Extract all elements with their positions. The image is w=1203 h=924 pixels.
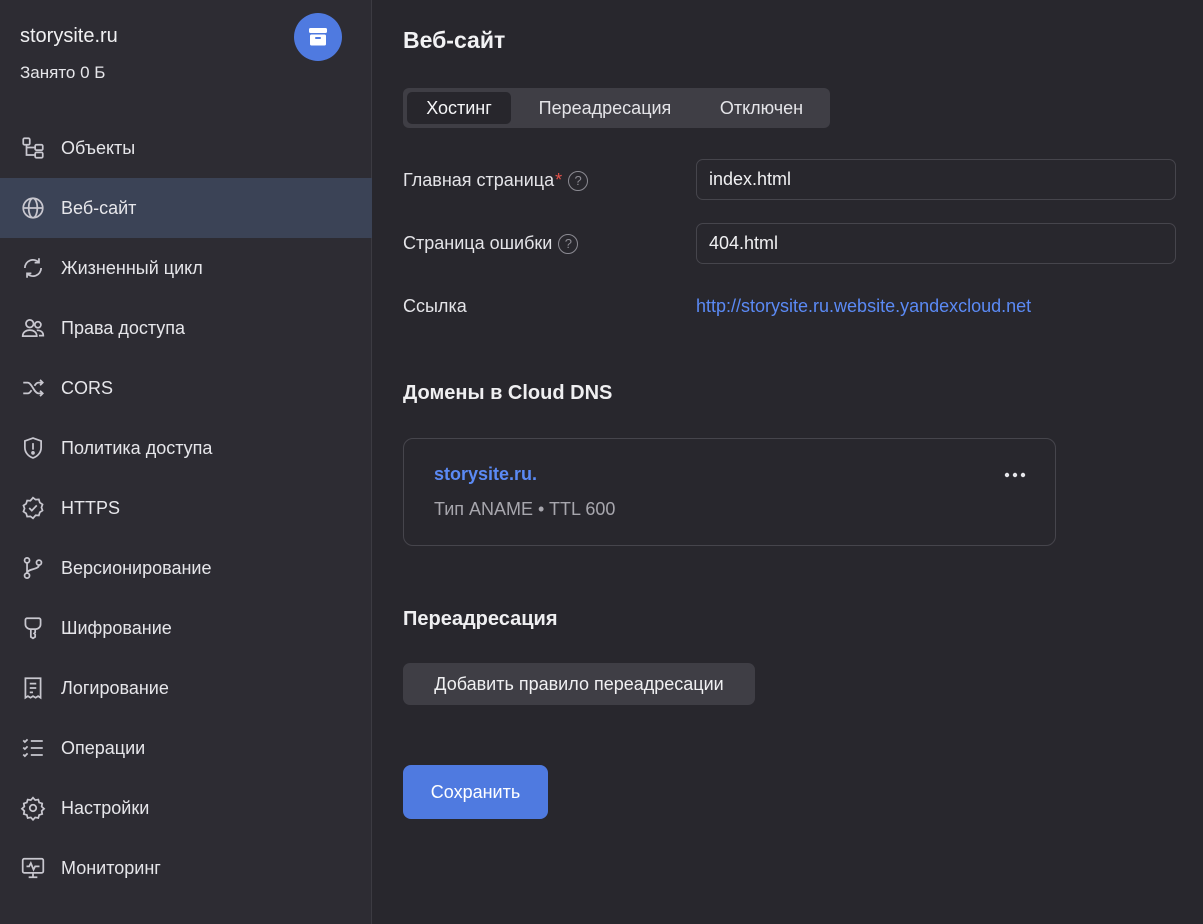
sidebar-item-label: Логирование — [61, 677, 169, 698]
sidebar-item-label: HTTPS — [61, 497, 121, 518]
website-link[interactable]: http://storysite.ru.website.yandexcloud.… — [696, 296, 1031, 317]
sidebar-item-versioning[interactable]: Версионирование — [0, 538, 372, 598]
error-page-input[interactable] — [696, 223, 1176, 264]
sidebar-item-settings[interactable]: Настройки — [0, 778, 372, 838]
sidebar-item-logging[interactable]: Логирование — [0, 658, 372, 718]
sidebar-item-label: Права доступа — [61, 317, 186, 338]
lifecycle-refresh-icon — [20, 255, 46, 281]
help-icon[interactable]: ? — [568, 170, 589, 191]
monitor-icon — [20, 855, 46, 881]
index-page-label-text: Главная страница — [403, 170, 555, 190]
shield-icon — [20, 435, 46, 461]
sidebar-item-monitoring[interactable]: Мониторинг — [0, 838, 372, 898]
error-page-label: Страница ошибки ? — [403, 233, 579, 254]
key-icon — [20, 615, 46, 641]
dns-record-card: storysite.ru. Тип ANAME • TTL 600 — [403, 438, 1056, 546]
checklist-icon — [20, 735, 46, 761]
sidebar-item-access-rights[interactable]: Права доступа — [0, 298, 372, 358]
bucket-icon[interactable] — [294, 13, 342, 61]
bucket-usage: Занято 0 Б — [20, 63, 106, 82]
branch-icon — [20, 555, 46, 581]
sidebar-item-label: Мониторинг — [61, 857, 161, 878]
sidebar-nav: Объекты Веб-сайт Жизненный цикл Права до… — [0, 118, 372, 898]
sidebar-item-label: Шифрование — [61, 617, 172, 638]
globe-icon — [20, 195, 46, 221]
redirect-section-title: Переадресация — [403, 608, 558, 630]
sidebar-item-cors[interactable]: CORS — [0, 358, 372, 418]
shuffle-icon — [20, 375, 46, 401]
sidebar-item-website[interactable]: Веб-сайт — [0, 178, 372, 238]
add-redirect-rule-button[interactable]: Добавить правило переадресации — [403, 663, 755, 705]
objects-tree-icon — [20, 135, 46, 161]
sidebar-item-https[interactable]: HTTPS — [0, 478, 372, 538]
sidebar-item-label: Операции — [61, 737, 146, 758]
sidebar-item-label: Версионирование — [61, 557, 212, 578]
sidebar-item-access-policy[interactable]: Политика доступа — [0, 418, 372, 478]
dns-record-name[interactable]: storysite.ru. — [434, 464, 537, 485]
error-page-label-text: Страница ошибки — [403, 233, 553, 253]
sidebar-item-objects[interactable]: Объекты — [0, 118, 372, 178]
help-icon[interactable]: ? — [558, 233, 579, 254]
link-label: Ссылка — [403, 296, 467, 316]
index-page-label: Главная страница * ? — [403, 170, 589, 191]
sidebar-item-operations[interactable]: Операции — [0, 718, 372, 778]
dns-section-title: Домены в Cloud DNS — [403, 382, 613, 404]
sidebar-item-label: Жизненный цикл — [61, 257, 203, 278]
certificate-check-icon — [20, 495, 46, 521]
tab-disabled[interactable]: Отключен — [699, 92, 824, 124]
main-content: Веб-сайт Хостинг Переадресация Отключен … — [373, 0, 1203, 924]
receipt-icon — [20, 675, 46, 701]
tab-redirect[interactable]: Переадресация — [511, 92, 699, 124]
sidebar-item-label: Веб-сайт — [61, 197, 137, 218]
website-mode-tabs: Хостинг Переадресация Отключен — [403, 88, 830, 128]
sidebar-item-label: Объекты — [61, 137, 136, 158]
sidebar: storysite.ru Занято 0 Б Объекты Веб-сайт… — [0, 0, 372, 924]
sidebar-item-lifecycle[interactable]: Жизненный цикл — [0, 238, 372, 298]
sidebar-item-label: CORS — [61, 377, 114, 398]
save-button[interactable]: Сохранить — [403, 765, 548, 819]
sidebar-item-label: Политика доступа — [61, 437, 213, 458]
gear-icon — [20, 795, 46, 821]
bucket-name[interactable]: storysite.ru — [20, 25, 118, 48]
index-page-input[interactable] — [696, 159, 1176, 200]
tab-hosting[interactable]: Хостинг — [407, 92, 511, 124]
users-icon — [20, 315, 46, 341]
required-mark: * — [555, 170, 563, 190]
more-actions-icon[interactable] — [1003, 465, 1027, 485]
sidebar-item-encryption[interactable]: Шифрование — [0, 598, 372, 658]
page-title: Веб-сайт — [403, 27, 506, 53]
dns-record-meta: Тип ANAME • TTL 600 — [434, 499, 616, 519]
sidebar-item-label: Настройки — [61, 797, 150, 818]
